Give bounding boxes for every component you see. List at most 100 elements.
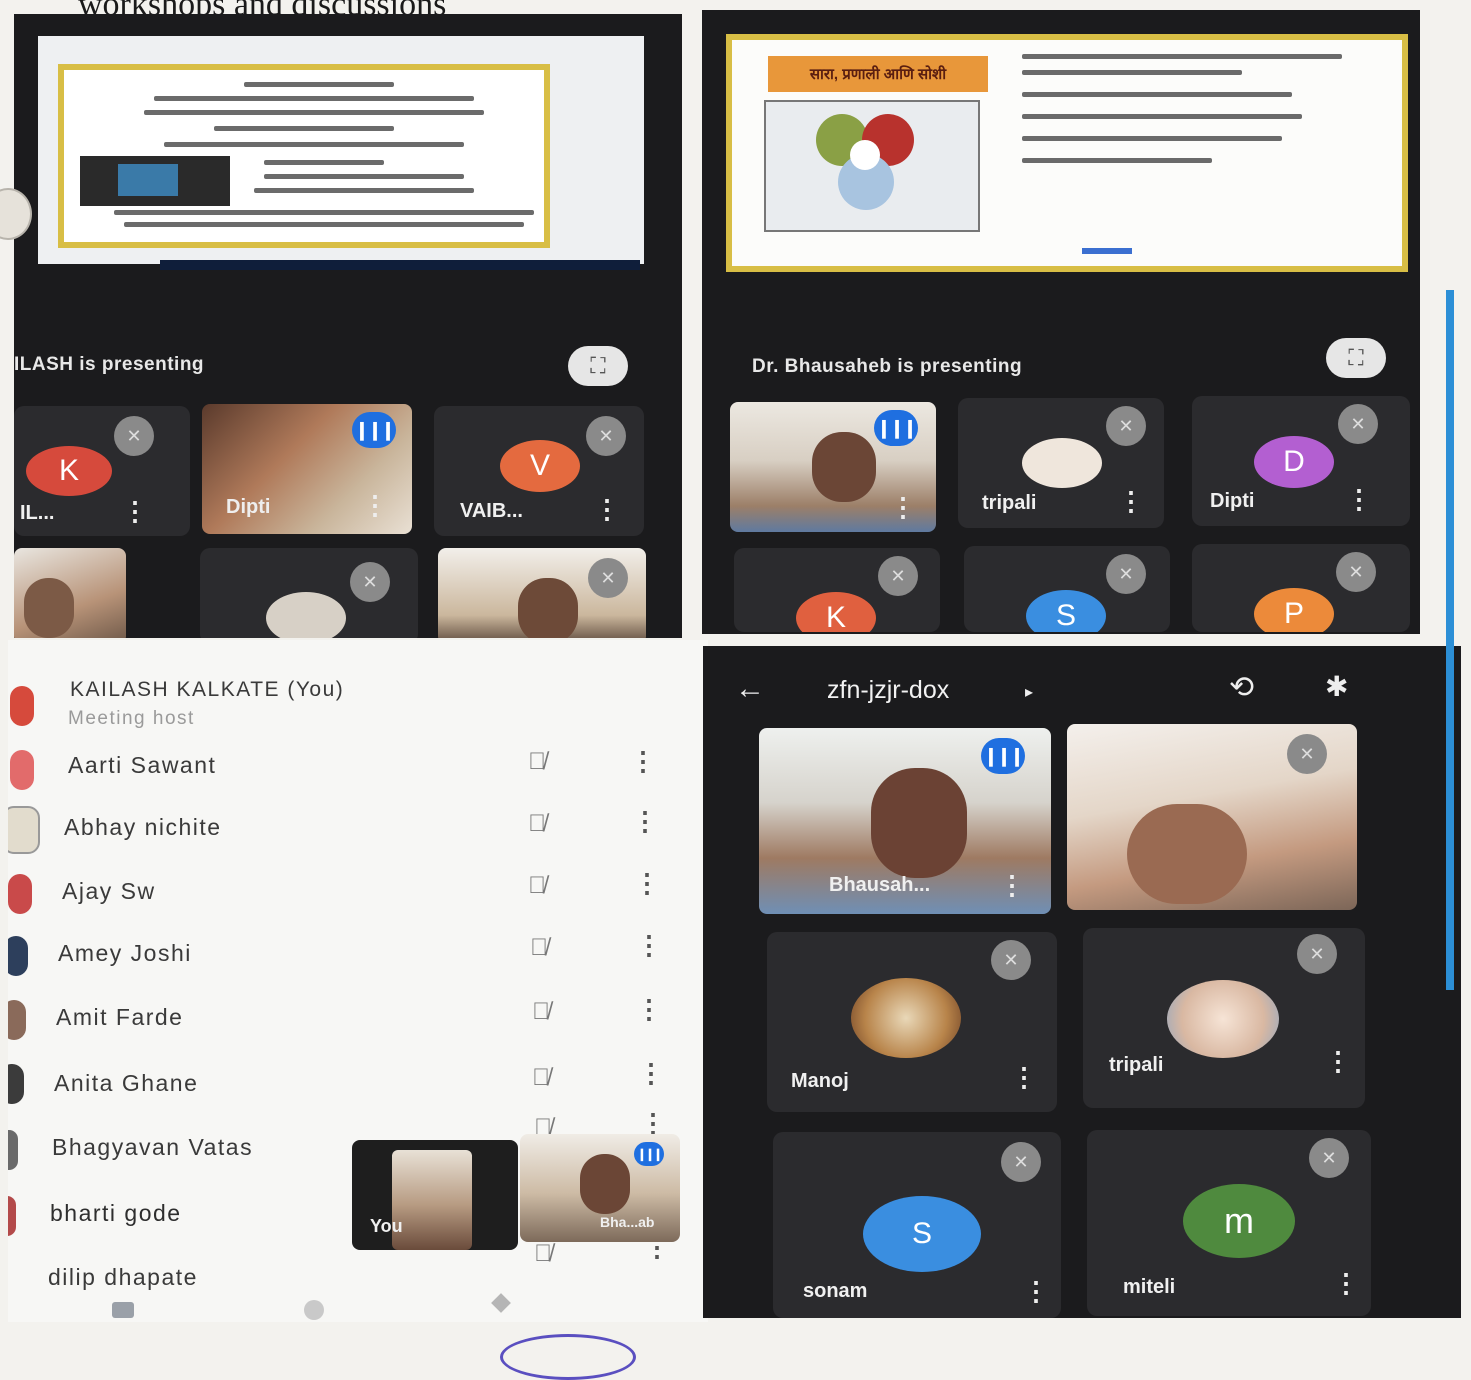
- mic-off-icon: ✕: [1106, 554, 1146, 594]
- page-edge-stripe: [1446, 290, 1454, 990]
- mic-off-icon: ✕: [1001, 1142, 1041, 1182]
- participant-tile-video[interactable]: ❙❙❙ Bhausah... ⋮: [759, 728, 1051, 914]
- more-vert-icon[interactable]: ⋮: [122, 498, 148, 524]
- more-vert-icon[interactable]: ⋮: [890, 494, 916, 520]
- participant-name: IL...: [20, 502, 55, 524]
- participant-name: Aarti Sawant: [68, 752, 217, 778]
- meet-screenshot-bhausaheb-presenting: सारा, प्रणाली आणि सोशी Dr. Bhausaheb is …: [702, 10, 1420, 634]
- fullscreen-button[interactable]: ⛶: [568, 346, 628, 386]
- host-label: Meeting host: [68, 708, 195, 729]
- meet-screenshot-kailash-presenting: ILASH is presenting ⛶ ✕ K IL... ⋮ ❙❙❙ Di…: [14, 14, 682, 638]
- participant-tile[interactable]: ✕ S sonam ⋮: [773, 1132, 1061, 1318]
- participant-tile[interactable]: ✕ V VAIB... ⋮: [434, 406, 644, 536]
- list-item[interactable]: Anita Ghane 🎙̸ ⋮: [8, 1058, 698, 1114]
- mic-off-icon: ✕: [991, 940, 1031, 980]
- presentation-slide: [58, 64, 550, 248]
- avatar: [266, 592, 346, 638]
- participant-tile[interactable]: ✕ tripali ⋮: [1083, 928, 1365, 1108]
- avatar: [8, 806, 40, 854]
- avatar: [8, 1064, 24, 1104]
- participant-tile-video[interactable]: ✕: [438, 548, 646, 638]
- more-vert-icon[interactable]: ⋮: [362, 492, 388, 518]
- participant-tile[interactable]: ✕ P: [1192, 544, 1410, 632]
- participant-tile-video[interactable]: ✕: [1067, 724, 1357, 910]
- more-vert-icon[interactable]: ⋮: [1011, 1064, 1037, 1090]
- audio-level-icon: ❙❙❙: [352, 412, 396, 448]
- more-vert-icon[interactable]: ⋮: [636, 930, 662, 961]
- more-vert-icon[interactable]: ⋮: [634, 868, 660, 899]
- avatar: [1167, 980, 1279, 1058]
- list-item[interactable]: Amey Joshi 🎙̸ ⋮: [8, 930, 698, 986]
- avatar: S: [863, 1196, 981, 1272]
- participant-tile-video[interactable]: ❙❙❙ ⋮: [730, 402, 936, 532]
- presentation-slide: सारा, प्रणाली आणि सोशी: [726, 34, 1408, 272]
- mic-off-icon: 🎙̸: [528, 748, 546, 775]
- list-item[interactable]: Ajay Sw 🎙̸ ⋮: [8, 868, 698, 924]
- participant-name: dilip dhapate: [48, 1264, 198, 1290]
- more-vert-icon[interactable]: ⋮: [630, 746, 656, 777]
- participant-tile[interactable]: ✕ K IL... ⋮: [14, 406, 190, 536]
- fullscreen-icon: ⛶: [590, 353, 606, 378]
- more-vert-icon[interactable]: ⋮: [594, 496, 620, 522]
- meeting-code[interactable]: zfn-jzjr-dox: [827, 676, 949, 705]
- bluetooth-icon[interactable]: ✱: [1325, 670, 1348, 703]
- more-vert-icon[interactable]: ⋮: [632, 806, 658, 837]
- more-vert-icon[interactable]: ⋮: [1325, 1048, 1351, 1074]
- caret-right-icon[interactable]: ▸: [1025, 682, 1033, 702]
- audio-level-icon: ❙❙❙: [874, 410, 918, 446]
- list-item[interactable]: Aarti Sawant 🎙̸ ⋮: [8, 744, 698, 800]
- mic-off-icon: 🎙̸: [532, 998, 550, 1025]
- avatar: [10, 750, 34, 790]
- mic-off-icon: 🎙̸: [532, 1064, 550, 1091]
- participant-tile[interactable]: ✕ K: [734, 548, 940, 632]
- avatar: P: [1254, 588, 1334, 632]
- participant-name: KAILASH KALKATE (You): [70, 678, 345, 701]
- participant-name: Abhay nichite: [64, 814, 222, 840]
- presenting-banner: Dr. Bhausaheb is presenting: [752, 356, 1023, 377]
- back-arrow-icon[interactable]: ←: [735, 672, 765, 706]
- participant-tile[interactable]: ✕ tripali ⋮: [958, 398, 1164, 528]
- people-icon[interactable]: [304, 1300, 324, 1320]
- more-vert-icon[interactable]: ⋮: [1346, 486, 1372, 512]
- fullscreen-button[interactable]: ⛶: [1326, 338, 1386, 378]
- slide-diagram: [764, 100, 980, 232]
- more-vert-icon[interactable]: ⋮: [1023, 1278, 1049, 1304]
- participant-tile[interactable]: ✕ m miteli ⋮: [1087, 1130, 1371, 1316]
- participant-name: tripali: [982, 492, 1037, 514]
- mic-off-icon: ✕: [1106, 406, 1146, 446]
- more-vert-icon[interactable]: ⋮: [1118, 488, 1144, 514]
- more-vert-icon[interactable]: ⋮: [1333, 1270, 1359, 1296]
- participant-tile[interactable]: ✕ S: [964, 546, 1170, 632]
- chat-icon[interactable]: [112, 1302, 134, 1318]
- list-item[interactable]: Amit Farde 🎙̸ ⋮: [8, 994, 698, 1050]
- presenting-banner: ILASH is presenting: [14, 354, 205, 375]
- audio-level-icon: ❙❙❙: [634, 1142, 664, 1166]
- activities-icon[interactable]: [491, 1293, 511, 1313]
- participant-tile[interactable]: ✕: [200, 548, 418, 638]
- more-vert-icon[interactable]: ⋮: [638, 1058, 664, 1089]
- self-view-video[interactable]: You: [352, 1140, 518, 1250]
- pip-video[interactable]: ❙❙❙ Bha...ab: [520, 1134, 680, 1242]
- more-vert-icon[interactable]: ⋮: [999, 872, 1025, 898]
- mic-off-icon: ✕: [1287, 734, 1327, 774]
- avatar: D: [1254, 436, 1334, 488]
- mic-off-icon: ✕: [588, 558, 628, 598]
- avatar: [8, 1000, 26, 1040]
- more-vert-icon[interactable]: ⋮: [636, 994, 662, 1025]
- participant-tile-video[interactable]: ❙❙❙ Dipti ⋮: [202, 404, 412, 534]
- list-item[interactable]: dilip dhapate: [8, 1252, 698, 1292]
- shared-screen: [38, 36, 644, 264]
- participant-name: VAIB...: [460, 500, 523, 522]
- avatar: K: [26, 446, 112, 496]
- switch-camera-icon[interactable]: ⟲: [1229, 670, 1254, 705]
- list-item[interactable]: KAILASH KALKATE (You) Meeting host: [8, 672, 698, 729]
- participant-name: Anita Ghane: [54, 1070, 199, 1096]
- audio-level-icon: ❙❙❙: [981, 738, 1025, 774]
- avatar: [1022, 438, 1102, 488]
- list-item[interactable]: Abhay nichite 🎙̸ ⋮: [8, 806, 698, 862]
- participant-tile-video[interactable]: [14, 548, 126, 638]
- participant-tile[interactable]: ✕ Manoj ⋮: [767, 932, 1057, 1112]
- self-view-label: You: [370, 1216, 403, 1236]
- participant-tile[interactable]: ✕ D Dipti ⋮: [1192, 396, 1410, 526]
- participant-name: sonam: [803, 1280, 868, 1302]
